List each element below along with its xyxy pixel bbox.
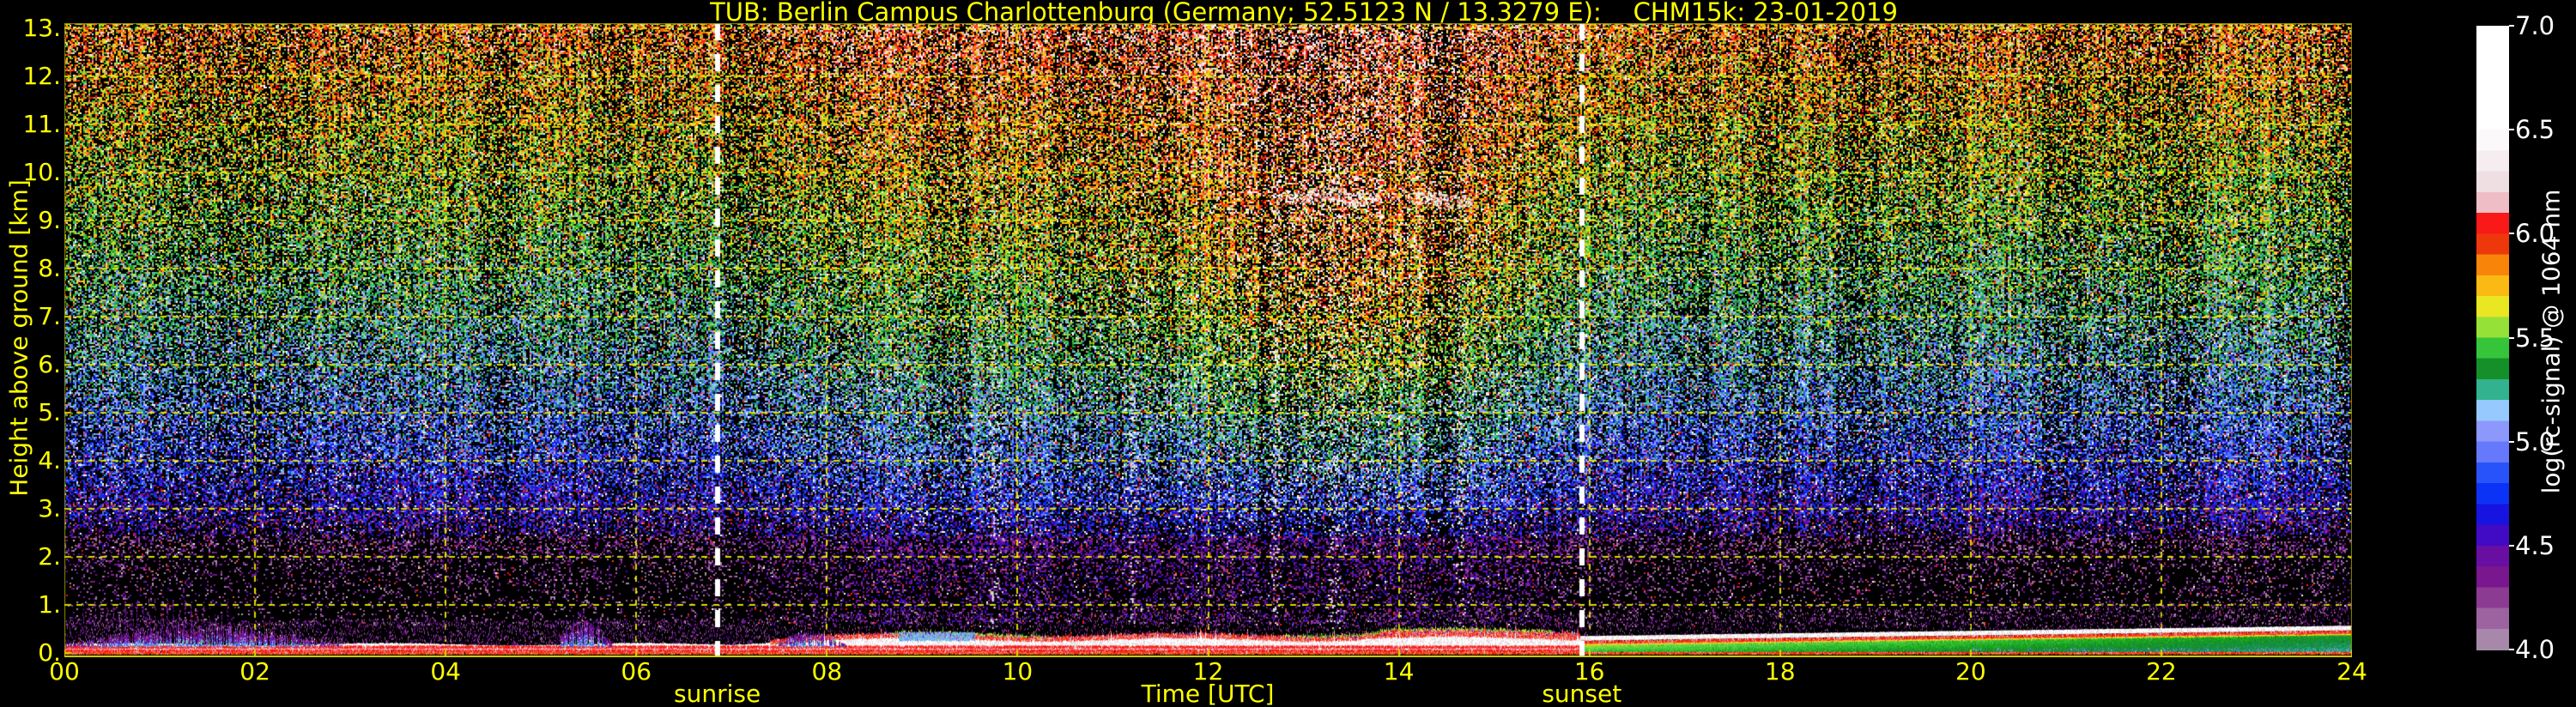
ceilometer-quicklook-figure: TUB: Berlin Campus Charlottenburg (Germa…: [0, 0, 2576, 707]
x-tick-label: 22: [2146, 657, 2177, 686]
colorbar-tick-mark: [2509, 440, 2514, 443]
colorbar-tick-mark: [2509, 544, 2514, 547]
x-tick-label: 12: [1192, 657, 1224, 686]
y-tick-label: 11.: [22, 110, 61, 139]
y-tick-label: 2.: [38, 541, 61, 571]
y-tick-label: 12.: [22, 62, 61, 91]
colorbar-tick-label: 6.5: [2515, 115, 2555, 145]
x-tick-label: 18: [1764, 657, 1796, 686]
colorbar-tick-mark: [2509, 649, 2514, 650]
y-tick-label: 1.: [38, 589, 61, 619]
x-tick-label: 24: [2337, 657, 2367, 686]
y-tick-label: 7.: [38, 302, 61, 331]
x-tick-label: 08: [811, 657, 843, 686]
y-tick-label: 8.: [38, 254, 61, 283]
sunrise-label: sunrise: [674, 680, 761, 707]
y-tick-label: 6.: [38, 350, 61, 379]
x-tick-label: 10: [1002, 657, 1033, 686]
y-tick-label: 10.: [22, 158, 61, 187]
y-tick-label: 5.: [38, 398, 61, 427]
x-tick-label: 20: [1955, 657, 1986, 686]
y-tick-label: 13.: [22, 14, 61, 43]
colorbar-tick-label: 4.0: [2515, 635, 2555, 664]
colorbar-tick-mark: [2509, 233, 2514, 235]
colorbar-tick-mark: [2509, 336, 2514, 339]
x-tick-label: 14: [1383, 657, 1415, 686]
y-tick-label: 4.: [38, 446, 61, 475]
y-tick-label: 3.: [38, 494, 61, 523]
colorbar-tick-label: 7.0: [2515, 11, 2555, 40]
y-tick-label: 9.: [38, 206, 61, 235]
x-tick-label: 04: [430, 657, 461, 686]
colorbar-label: log(rc-signal) @ 1064 nm: [2537, 189, 2566, 494]
x-tick-label: 02: [239, 657, 270, 686]
colorbar-tick-label: 4.5: [2515, 530, 2555, 560]
colorbar-tick-mark: [2509, 25, 2514, 27]
colorbar-tick-mark: [2509, 129, 2514, 131]
colorbar: [2476, 26, 2509, 650]
x-tick-label: 00: [49, 657, 80, 686]
x-tick-label: 06: [621, 657, 652, 686]
heatmap-canvas: [64, 23, 2352, 657]
x-tick-label: 16: [1573, 657, 1605, 686]
